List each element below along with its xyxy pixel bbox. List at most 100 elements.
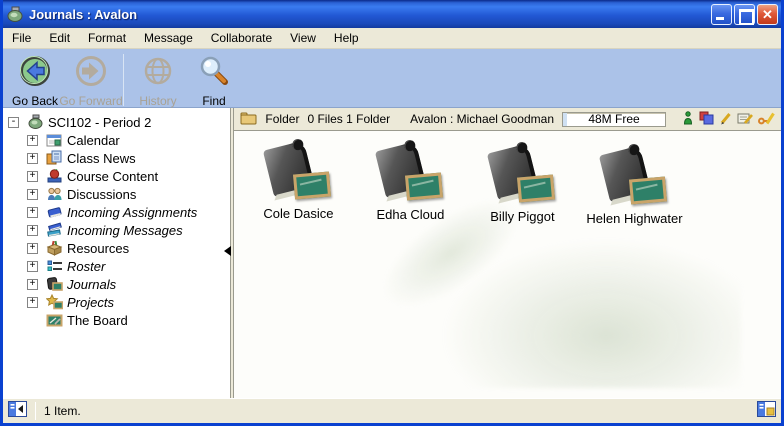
magnifier-icon [197, 54, 231, 93]
journal-name: Edha Cloud [362, 207, 458, 222]
window-title: Journals : Avalon [29, 7, 711, 22]
roster-icon [46, 258, 63, 274]
tree-item-label: Course Content [67, 169, 158, 184]
folder-info-bar: Folder 0 Files 1 Folder Avalon : Michael… [234, 108, 781, 131]
resources-icon [46, 240, 63, 256]
toggle-tree-panel-icon[interactable] [8, 401, 27, 422]
tree-item-projects[interactable]: + Projects [3, 293, 230, 311]
board-icon [46, 312, 63, 328]
tree-item-resources[interactable]: + Resources [3, 239, 230, 257]
journal-name: Helen Highwater [586, 211, 682, 226]
menu-file[interactable]: File [3, 28, 40, 48]
expand-toggle[interactable]: + [27, 171, 38, 182]
journal-book-icon [266, 143, 330, 201]
menu-edit[interactable]: Edit [40, 28, 79, 48]
folder-content-area[interactable]: Cole Dasice Edha Cloud Billy Piggot [234, 131, 781, 398]
tree-item-label: Discussions [67, 187, 136, 202]
expand-toggle[interactable]: + [27, 261, 38, 272]
tree-item-journals[interactable]: + Journals [3, 275, 230, 293]
tree-item-calendar[interactable]: + Calendar [3, 131, 230, 149]
go-back-button[interactable]: Go Back [7, 52, 63, 108]
course-content-icon [46, 168, 63, 184]
statusbar-separator [35, 402, 36, 420]
tree-item-label: Incoming Assignments [67, 205, 197, 220]
person-icon[interactable] [682, 111, 694, 128]
tree-item-label: Journals [67, 277, 116, 292]
back-arrow-icon [18, 54, 52, 93]
flask-icon [27, 114, 44, 130]
tree-item-incoming-messages[interactable]: + Incoming Messages [3, 221, 230, 239]
find-button[interactable]: Find [186, 52, 242, 108]
tree-root-sci102[interactable]: - SCI102 - Period 2 [3, 113, 230, 131]
menu-format[interactable]: Format [79, 28, 135, 48]
toolbar-button-label: Go Forward [59, 94, 122, 108]
toolbar-button-label: Find [202, 94, 225, 108]
toolbar-separator [123, 54, 124, 106]
free-space-fill [563, 113, 567, 126]
menu-view[interactable]: View [281, 28, 325, 48]
journal-item[interactable]: Billy Piggot [474, 146, 570, 224]
journal-item[interactable]: Helen Highwater [586, 148, 682, 226]
tree-item-roster[interactable]: + Roster [3, 257, 230, 275]
toggle-detail-panel-icon[interactable] [757, 401, 776, 422]
toolbar-button-label: Go Back [12, 94, 58, 108]
journal-book-icon [602, 148, 666, 206]
forward-arrow-icon [74, 54, 108, 93]
course-tree: - SCI102 - Period 2 + [3, 108, 230, 398]
window-body: - SCI102 - Period 2 + [3, 108, 781, 398]
tree-item-label: Projects [67, 295, 114, 310]
tree-item-discussions[interactable]: + Discussions [3, 185, 230, 203]
pencil-icon[interactable] [719, 111, 732, 128]
expand-toggle[interactable]: + [27, 279, 38, 290]
history-button[interactable]: History [130, 52, 186, 108]
go-forward-button[interactable]: Go Forward [63, 52, 119, 108]
status-bar: 1 Item. [3, 398, 781, 423]
title-bar[interactable]: Journals : Avalon ✕ [0, 0, 784, 28]
flask-icon [6, 5, 24, 23]
journals-icon [46, 276, 63, 292]
expand-toggle[interactable]: + [27, 225, 38, 236]
key-pen-icon[interactable] [758, 111, 775, 128]
tree-item-label: SCI102 - Period 2 [48, 115, 151, 130]
journal-item[interactable]: Cole Dasice [250, 143, 346, 221]
journal-book-icon [490, 146, 554, 204]
expand-toggle[interactable]: + [27, 153, 38, 164]
app-window: Journals : Avalon ✕ File Edit Format Mes… [0, 0, 784, 426]
journal-name: Cole Dasice [250, 206, 346, 221]
tree-item-incoming-assignments[interactable]: + Incoming Assignments [3, 203, 230, 221]
layers-icon[interactable] [699, 111, 714, 128]
globe-icon [141, 54, 175, 93]
expand-toggle[interactable]: + [27, 207, 38, 218]
assignments-icon [46, 204, 63, 220]
maximize-button[interactable] [734, 4, 755, 25]
tree-item-label: Incoming Messages [67, 223, 183, 238]
folder-counts: 0 Files 1 Folder [307, 112, 390, 126]
journal-item[interactable]: Edha Cloud [362, 144, 458, 222]
projects-icon [46, 294, 63, 310]
expand-toggle[interactable]: + [27, 243, 38, 254]
menu-help[interactable]: Help [325, 28, 368, 48]
folder-icon [240, 111, 257, 128]
folder-location: Avalon : Michael Goodman [410, 112, 554, 126]
close-button[interactable]: ✕ [757, 4, 778, 25]
free-space-gauge: 48M Free [562, 112, 666, 127]
expand-toggle[interactable]: + [27, 135, 38, 146]
toolbar: Go Back Go Forward History [3, 49, 781, 108]
journal-book-icon [378, 144, 442, 202]
menu-collaborate[interactable]: Collaborate [202, 28, 281, 48]
collapse-tree-arrow-icon[interactable] [224, 246, 231, 256]
journal-name: Billy Piggot [474, 209, 570, 224]
expand-toggle[interactable]: + [27, 189, 38, 200]
tree-item-label: Calendar [67, 133, 120, 148]
tree-item-the-board[interactable]: The Board [3, 311, 230, 329]
expand-toggle[interactable]: - [8, 117, 19, 128]
compose-note-icon[interactable] [737, 111, 753, 128]
folder-type-label: Folder [265, 112, 299, 126]
discussions-icon [46, 186, 63, 202]
minimize-button[interactable] [711, 4, 732, 25]
menu-message[interactable]: Message [135, 28, 202, 48]
tree-item-class-news[interactable]: + Class News [3, 149, 230, 167]
tree-item-course-content[interactable]: + Course Content [3, 167, 230, 185]
tree-item-label: Roster [67, 259, 105, 274]
expand-toggle[interactable]: + [27, 297, 38, 308]
